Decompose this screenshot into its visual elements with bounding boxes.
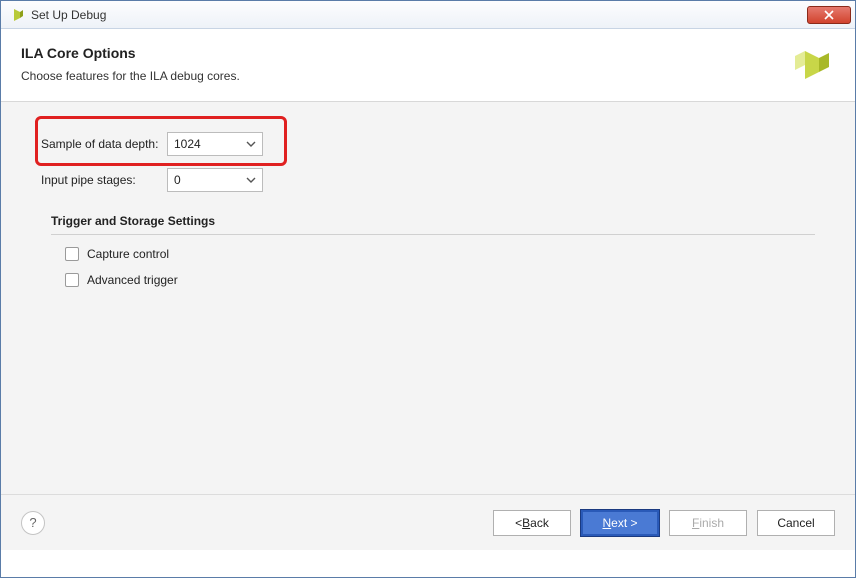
sample-depth-row: Sample of data depth: 1024 — [41, 130, 815, 158]
close-icon — [824, 10, 834, 20]
checkbox-box — [65, 247, 79, 261]
checkbox-box — [65, 273, 79, 287]
sample-depth-label: Sample of data depth: — [41, 137, 167, 151]
wizard-footer: ? < Back Next > Finish Cancel — [1, 494, 855, 550]
sample-depth-combobox[interactable]: 1024 — [167, 132, 263, 156]
pipe-stages-combobox[interactable]: 0 — [167, 168, 263, 192]
pipe-stages-value: 0 — [174, 173, 181, 187]
capture-control-label: Capture control — [87, 247, 169, 261]
page-subtitle: Choose features for the ILA debug cores. — [21, 69, 835, 83]
cancel-button[interactable]: Cancel — [757, 510, 835, 536]
chevron-down-icon — [246, 141, 256, 147]
wizard-banner: ILA Core Options Choose features for the… — [1, 29, 855, 102]
help-icon: ? — [29, 515, 36, 530]
titlebar: Set Up Debug — [1, 1, 855, 29]
wizard-content: Sample of data depth: 1024 Input pipe st… — [1, 102, 855, 494]
finish-button: Finish — [669, 510, 747, 536]
section-title: Trigger and Storage Settings — [51, 214, 815, 234]
back-button[interactable]: < Back — [493, 510, 571, 536]
sample-depth-value: 1024 — [174, 137, 201, 151]
vendor-logo-icon — [793, 45, 833, 85]
capture-control-checkbox[interactable]: Capture control — [65, 247, 815, 261]
advanced-trigger-label: Advanced trigger — [87, 273, 178, 287]
section-divider — [51, 234, 815, 235]
page-title: ILA Core Options — [21, 45, 835, 61]
pipe-stages-row: Input pipe stages: 0 — [41, 166, 815, 194]
pipe-stages-label: Input pipe stages: — [41, 173, 167, 187]
close-button[interactable] — [807, 6, 851, 24]
app-icon — [9, 7, 25, 23]
chevron-down-icon — [246, 177, 256, 183]
advanced-trigger-checkbox[interactable]: Advanced trigger — [65, 273, 815, 287]
help-button[interactable]: ? — [21, 511, 45, 535]
next-button[interactable]: Next > — [581, 510, 659, 536]
window-title: Set Up Debug — [31, 8, 807, 22]
